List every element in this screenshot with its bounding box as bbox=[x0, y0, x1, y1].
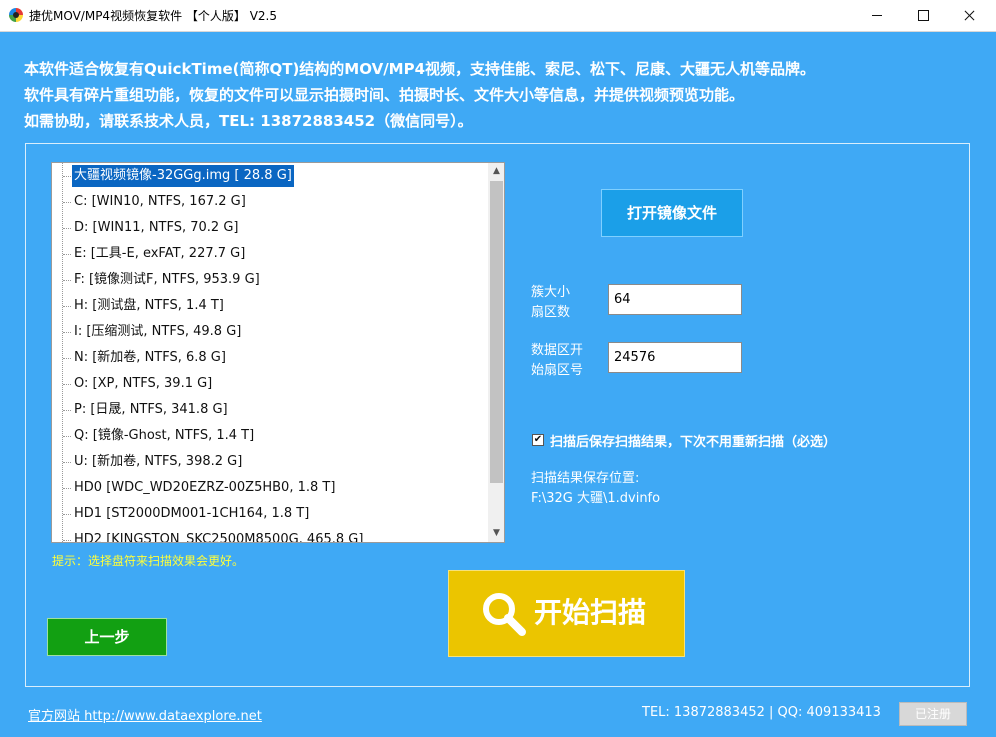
drive-tree-item[interactable]: H: [测试盘, NTFS, 1.4 T] bbox=[63, 295, 226, 317]
cluster-size-input[interactable] bbox=[608, 284, 742, 315]
drive-tree-item[interactable]: C: [WIN10, NTFS, 167.2 G] bbox=[63, 191, 248, 213]
drive-tree-item[interactable]: U: [新加卷, NTFS, 398.2 G] bbox=[62, 451, 244, 473]
start-scan-label: 开始扫描 bbox=[534, 596, 647, 629]
scroll-down-arrow-icon[interactable]: ▼ bbox=[488, 525, 504, 542]
tree-scrollbar[interactable]: ▲ ▼ bbox=[488, 163, 504, 542]
intro-line-2: 软件具有碎片重组功能，恢复的文件可以显示拍摄时间、拍摄时长、文件大小等信息，并提… bbox=[24, 86, 745, 104]
drive-tree-item[interactable]: HD2 [KINGSTON_SKC2500M8500G, 465.8 G] bbox=[62, 529, 365, 542]
drive-tree-item[interactable]: I: [压缩测试, NTFS, 49.8 G] bbox=[62, 321, 243, 343]
save-location-path: F:\32G 大疆\1.dvinfo bbox=[531, 491, 661, 506]
drive-tree-item[interactable]: 大疆视频镜像-32GGg.img [ 28.8 G] bbox=[63, 165, 294, 187]
title-bar: 捷优MOV/MP4视频恢复软件 【个人版】 V2.5 bbox=[0, 0, 996, 32]
contact-info: TEL: 13872883452 | QQ: 409133413 bbox=[642, 705, 881, 720]
drive-tree-item[interactable]: N: [新加卷, NTFS, 6.8 G] bbox=[63, 347, 228, 369]
data-start-sector-input[interactable] bbox=[608, 342, 742, 373]
drive-tree-content: 大疆视频镜像-32GGg.img [ 28.8 G] C: [WIN10, NTF… bbox=[52, 163, 489, 542]
start-scan-button[interactable]: 开始扫描 bbox=[448, 570, 685, 657]
drive-tree[interactable]: 大疆视频镜像-32GGg.img [ 28.8 G] C: [WIN10, NTF… bbox=[51, 162, 505, 543]
scroll-thumb[interactable] bbox=[490, 181, 503, 483]
registered-button[interactable]: 已注册 bbox=[899, 702, 967, 726]
intro-text: 本软件适合恢复有QuickTime(简称QT)结构的MOV/MP4视频，支持佳能… bbox=[24, 56, 815, 134]
close-button[interactable] bbox=[946, 0, 992, 31]
maximize-button[interactable] bbox=[900, 0, 946, 31]
drive-tree-item[interactable]: O: [XP, NTFS, 39.1 G] bbox=[62, 373, 214, 395]
save-results-checkbox[interactable]: ✔ bbox=[532, 434, 544, 446]
window-title: 捷优MOV/MP4视频恢复软件 【个人版】 V2.5 bbox=[29, 9, 277, 23]
drive-tree-item[interactable]: E: [工具-E, exFAT, 227.7 G] bbox=[62, 243, 247, 265]
drive-tree-item[interactable]: P: [日晟, NTFS, 341.8 G] bbox=[63, 399, 230, 421]
drive-tree-item[interactable]: Q: [镜像-Ghost, NTFS, 1.4 T] bbox=[62, 425, 256, 447]
data-start-sector-label: 数据区开 始扇区号 bbox=[531, 343, 584, 378]
drive-tree-item[interactable]: D: [WIN11, NTFS, 70.2 G] bbox=[62, 217, 240, 239]
scroll-up-arrow-icon[interactable]: ▲ bbox=[488, 163, 504, 180]
open-image-button[interactable]: 打开镜像文件 bbox=[601, 189, 743, 237]
magnifier-icon bbox=[483, 593, 526, 636]
drive-tree-item[interactable]: HD1 [ST2000DM001-1CH164, 1.8 T] bbox=[62, 503, 311, 525]
save-results-label[interactable]: 扫描后保存扫描结果，下次不用重新扫描（必选） bbox=[550, 431, 836, 450]
save-location-label: 扫描结果保存位置: bbox=[531, 471, 640, 486]
tree-connector-line bbox=[62, 163, 63, 542]
back-button[interactable]: 上一步 bbox=[47, 618, 167, 656]
hint-text: 提示：选择盘符来扫描效果会更好。 bbox=[52, 554, 245, 568]
drive-tree-item[interactable]: F: [镜像测试F, NTFS, 953.9 G] bbox=[63, 269, 262, 291]
app-logo-icon bbox=[9, 8, 23, 22]
cluster-size-label: 簇大小 扇区数 bbox=[531, 285, 571, 320]
intro-line-3: 如需协助，请联系技术人员，TEL: 13872883452（微信同号）。 bbox=[24, 112, 473, 130]
drive-tree-item[interactable]: HD0 [WDC_WD20EZRZ-00Z5HB0, 1.8 T] bbox=[62, 477, 337, 499]
intro-line-1: 本软件适合恢复有QuickTime(简称QT)结构的MOV/MP4视频，支持佳能… bbox=[24, 60, 816, 78]
minimize-button[interactable] bbox=[854, 0, 900, 31]
website-link[interactable]: 官方网站 http://www.dataexplore.net bbox=[28, 705, 262, 724]
